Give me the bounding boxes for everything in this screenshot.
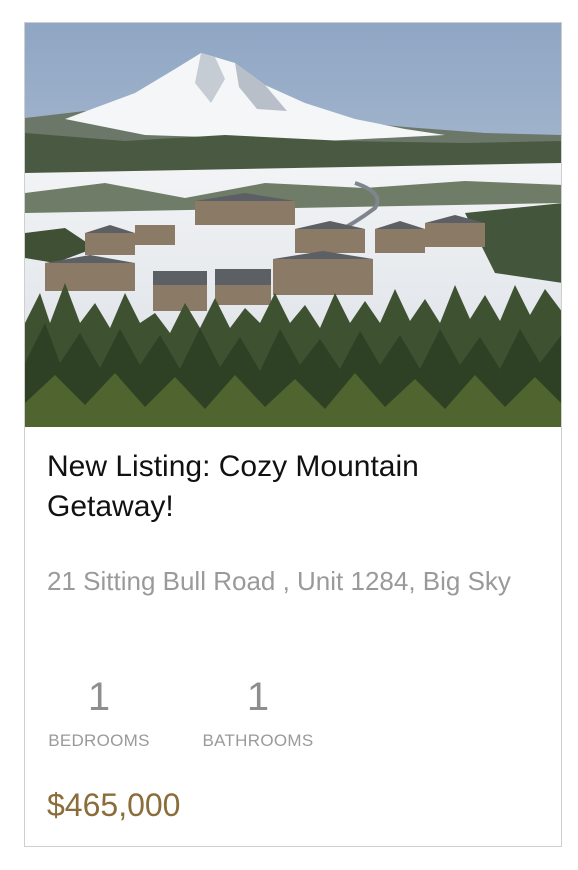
bathrooms-stat: 1 BATHROOMS [201,675,315,751]
bedrooms-count: 1 [87,675,111,719]
listing-photo[interactable] [25,23,562,427]
listing-address: 21 Sitting Bull Road , Unit 1284, Big Sk… [47,566,511,596]
bathrooms-label: BATHROOMS [202,731,314,750]
bedrooms-stat: 1 BEDROOMS [47,675,151,751]
bedrooms-label: BEDROOMS [48,731,150,750]
listing-price: $465,000 [47,787,181,823]
listing-title[interactable]: New Listing: Cozy Mountain Getaway! [47,447,517,527]
listing-card[interactable]: New Listing: Cozy Mountain Getaway! 21 S… [24,22,562,847]
bathrooms-count: 1 [246,675,270,719]
